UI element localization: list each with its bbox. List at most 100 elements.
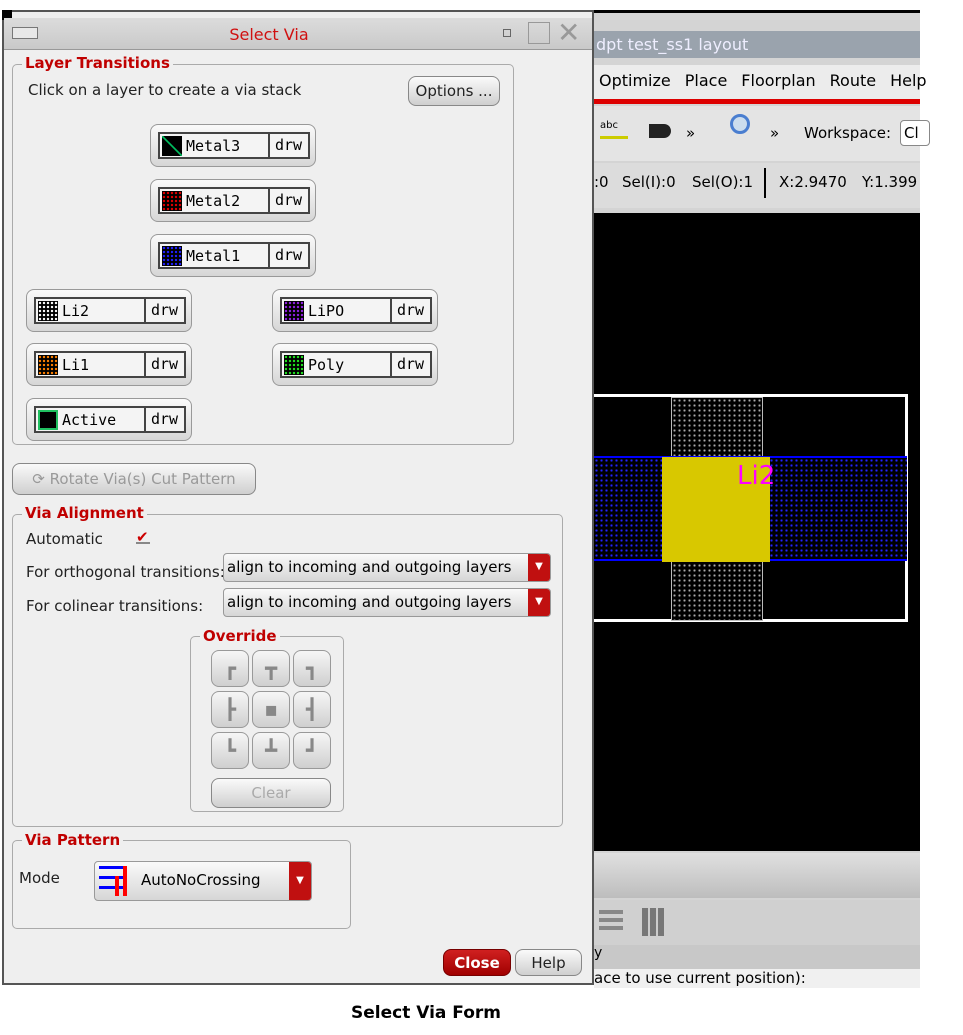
align-top-left-icon: ┏ [223,656,237,680]
orthogonal-label: For orthogonal transitions: [26,563,225,581]
sel-count: :0 [594,173,609,191]
layer-button-metal1[interactable]: Metal1 drw [150,234,316,277]
layer-name: Metal1 [186,247,241,265]
layer-purpose: drw [144,353,183,376]
chevron-down-icon: ▼ [528,589,550,616]
mode-label: Mode [19,869,60,887]
layer-field: Li1 drw [34,351,186,378]
close-window-icon[interactable]: ✕ [557,16,580,49]
divider [594,99,920,104]
orthogonal-value: align to incoming and outgoing layers [227,558,512,576]
pin-tool-icon[interactable] [649,124,671,138]
layer-field: Li2 drw [34,297,186,324]
options-button[interactable]: Options ... [408,76,500,106]
colinear-dropdown[interactable]: align to incoming and outgoing layers ▼ [223,588,551,617]
layer-field: Poly drw [280,351,432,378]
menu-place[interactable]: Place [685,71,728,90]
x-coordinate: X:2.9470 [779,173,847,191]
layer-purpose: drw [390,353,429,376]
override-center-button[interactable]: ▪ [252,691,290,728]
figure-caption: Select Via Form [350,1003,502,1023]
chevron-down-icon: ▼ [289,862,311,900]
layer-button-active[interactable]: Active drw [26,398,192,441]
grid-icon[interactable] [599,910,623,934]
layer-swatch-icon [162,246,182,266]
prompt-bar: y [594,945,920,969]
layer-transitions-legend: Layer Transitions [22,54,173,72]
override-legend: Override [200,627,280,645]
layer-name: Li2 [62,302,90,320]
select-via-dialog: Select Via ✕ Layer Transitions Click on … [2,10,594,985]
via-alignment-legend: Via Alignment [22,504,147,522]
layer-purpose: drw [144,408,183,431]
align-bottom-icon: ┻ [264,738,278,762]
layout-window-title: dpt test_ss1 layout [594,31,920,58]
help-button[interactable]: Help [515,949,582,976]
override-right-button[interactable]: ┫ [293,691,331,728]
layer-purpose: drw [144,299,183,322]
layer-swatch-icon [284,301,304,321]
override-top-left-button[interactable]: ┏ [211,650,249,687]
override-bottom-button[interactable]: ┻ [252,732,290,769]
instruction-text: Click on a layer to create a via stack [28,81,302,99]
colinear-value: align to incoming and outgoing layers [227,593,512,611]
minimize-icon[interactable] [503,29,511,37]
rotate-via-cut-pattern-button[interactable]: ⟳ Rotate Via(s) Cut Pattern [12,463,256,495]
layer-button-li1[interactable]: Li1 drw [26,343,192,386]
layer-purpose: drw [268,189,307,212]
array-icon[interactable] [642,908,664,936]
menu-bar: Optimize Place Floorplan Route Help [594,65,927,99]
rotate-label: Rotate Via(s) Cut Pattern [49,470,236,488]
clear-button[interactable]: Clear [211,778,331,808]
layer-swatch-icon [38,410,58,430]
layer-purpose: drw [390,299,429,322]
label-tool-icon[interactable]: abc [600,120,628,142]
layer-button-metal2[interactable]: Metal2 drw [150,179,316,222]
layer-button-poly[interactable]: Poly drw [272,343,438,386]
more-icon[interactable]: » [686,124,695,142]
automatic-checkbox[interactable]: ✔ [136,530,150,545]
toolbar: abc » » Workspace: Cl [594,106,930,161]
sel-o-count: Sel(O):1 [692,173,754,191]
override-left-button[interactable]: ┣ [211,691,249,728]
menu-optimize[interactable]: Optimize [599,71,671,90]
override-bottom-right-button[interactable]: ┛ [293,732,331,769]
layer-swatch-icon [284,355,304,375]
toolbar [594,853,920,898]
override-bottom-left-button[interactable]: ┗ [211,732,249,769]
chevron-down-icon: ▼ [528,554,550,581]
align-bottom-left-icon: ┗ [223,738,237,762]
layer-field: Metal3 drw [158,132,310,159]
layer-swatch-icon [38,355,58,375]
layer-field: Metal2 drw [158,187,310,214]
zoom-icon[interactable] [730,114,750,134]
layer-button-li2[interactable]: Li2 drw [26,289,192,332]
align-center-icon: ▪ [264,697,278,721]
menu-floorplan[interactable]: Floorplan [741,71,815,90]
menu-route[interactable]: Route [830,71,876,90]
layout-canvas[interactable]: Li2 [594,213,920,851]
colinear-label: For colinear transitions: [26,597,204,615]
automatic-label: Automatic [26,530,103,548]
via-pattern-legend: Via Pattern [22,831,124,849]
layer-name: LiPO [308,302,345,320]
close-button[interactable]: Close [443,949,511,976]
layout-window: dpt test_ss1 layout Optimize Place Floorpl… [594,10,930,988]
menu-help[interactable]: Help [890,71,926,90]
layer-button-lipo[interactable]: LiPO drw [272,289,438,332]
layer-purpose: drw [268,134,307,157]
mode-dropdown[interactable]: AutoNoCrossing ▼ [94,861,312,901]
align-left-icon: ┣ [223,697,237,721]
override-top-right-button[interactable]: ┓ [293,650,331,687]
divider [764,168,766,198]
workspace-select[interactable]: Cl [900,120,930,146]
layer-purpose: drw [268,244,307,267]
more-icon[interactable]: » [770,124,779,142]
y-coordinate: Y:1.399 [862,173,918,191]
align-bottom-right-icon: ┛ [305,738,319,762]
layer-button-metal3[interactable]: Metal3 drw [150,124,316,167]
layer-swatch-icon [162,191,182,211]
maximize-icon[interactable] [528,22,550,44]
override-top-button[interactable]: ┳ [252,650,290,687]
orthogonal-dropdown[interactable]: align to incoming and outgoing layers ▼ [223,553,551,582]
